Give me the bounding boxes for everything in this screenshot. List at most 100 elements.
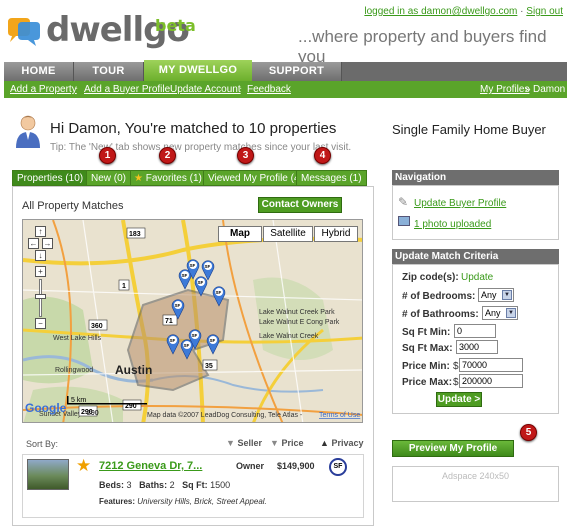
map-type-map-button[interactable]: Map [218, 226, 262, 242]
dwellgo-logo-icon [8, 18, 40, 46]
callout-badge-4: 4 [314, 147, 331, 164]
svg-text:360: 360 [91, 323, 103, 330]
add-buyer-profile-link[interactable]: Add a Buyer Profile [84, 84, 170, 95]
greeting-tip: Tip: The 'New' tab shows new property ma… [50, 142, 352, 153]
nav-tab-support[interactable]: SUPPORT [252, 62, 342, 81]
zoom-out-icon[interactable]: − [35, 318, 46, 329]
road-shield-290-b: 290 [122, 399, 142, 411]
map-pin-label: SF [198, 280, 204, 285]
sqft-min-input[interactable]: 0 [454, 324, 496, 338]
favorite-star-icon[interactable]: ★ [76, 456, 91, 476]
bedrooms-select[interactable]: Any ▼ [478, 288, 514, 302]
price-max-input[interactable]: 200000 [459, 374, 523, 388]
chevron-down-icon: ▼ [502, 290, 512, 300]
svg-text:183: 183 [129, 231, 141, 238]
baths-label: Baths: [139, 480, 168, 490]
sqft-max-input[interactable]: 3000 [456, 340, 498, 354]
subnav-dot: · [162, 83, 166, 94]
map-label-lake-walnut-3: Lake Walnut Creek [259, 333, 319, 340]
map-type-hybrid-button[interactable]: Hybrid [314, 226, 358, 242]
photo-uploaded-link[interactable]: 1 photo uploaded [414, 219, 491, 230]
property-map[interactable]: Lake Walnut Creek Park Lake Walnut E Con… [22, 219, 363, 423]
sqft-value: 1500 [210, 480, 231, 490]
tab-viewed-my-profile[interactable]: Viewed My Profile (4) [203, 170, 308, 186]
callout-badge-3: 3 [237, 147, 254, 164]
price-min-input[interactable]: 70000 [459, 358, 523, 372]
bathrooms-select[interactable]: Any ▼ [482, 306, 518, 320]
pan-left-icon[interactable]: ← [28, 238, 39, 249]
map-label-lake-walnut-2: Lake Walnut E Cong Park [259, 319, 340, 326]
feedback-link[interactable]: Feedback [247, 84, 291, 95]
nav-tab-tour[interactable]: TOUR [74, 62, 144, 81]
beds-label: Beds: [99, 480, 125, 490]
map-pin-label: SF [216, 290, 222, 295]
road-shield-1: 1 [118, 279, 130, 291]
bedrooms-label: # of Bedrooms: [402, 291, 476, 302]
single-family-badge: SF [329, 458, 347, 476]
breadcrumb-current: Damon [533, 84, 566, 95]
logged-in-link[interactable]: logged in as damon@dwellgo.com [364, 6, 517, 17]
user-links-separator: · [520, 6, 524, 17]
adspace-placeholder: Adspace 240x50 [392, 466, 559, 502]
sort-seller-label: Seller [237, 438, 262, 448]
map-pin-label: SF [175, 303, 181, 308]
map-label-rollingwood: Rollingwood [55, 367, 93, 374]
update-account-link[interactable]: Update Account [170, 84, 241, 95]
pan-down-icon[interactable]: ↓ [35, 250, 46, 261]
listing-title-link[interactable]: 7212 Geneva Dr, 7... [99, 460, 202, 472]
breadcrumb-separator: » [525, 84, 531, 95]
chevron-down-icon: ▼ [506, 308, 516, 318]
sqft-min-label: Sq Ft Min: [402, 327, 451, 338]
nav-tab-home[interactable]: HOME [4, 62, 74, 81]
price-min-label: Price Min: [402, 361, 450, 372]
update-buyer-profile-link[interactable]: Update Buyer Profile [414, 198, 506, 209]
tab-new[interactable]: New (0) [86, 170, 132, 186]
sort-seller[interactable]: ▼ Seller [226, 438, 262, 448]
tab-messages[interactable]: Messages (1) [296, 170, 367, 186]
map-label-lake-walnut: Lake Walnut Creek Park [259, 309, 335, 316]
map-pin-label: SF [210, 338, 216, 343]
zip-update-link[interactable]: Update [461, 272, 493, 283]
zoom-in-icon[interactable]: + [35, 266, 46, 277]
brand-beta-label: beta [155, 16, 196, 35]
map-canvas: Lake Walnut Creek Park Lake Walnut E Con… [23, 220, 362, 422]
sort-price-arrow-icon: ▼ [270, 438, 279, 448]
svg-text:1: 1 [122, 283, 126, 290]
tab-properties[interactable]: Properties (10) [12, 170, 89, 186]
price-max-label: Price Max: [402, 377, 453, 388]
sort-privacy-label: Privacy [331, 438, 364, 448]
update-criteria-button[interactable]: Update > [436, 392, 482, 407]
map-attribution: Map data ©2007 LeadDog Consulting, Tele … [147, 411, 303, 419]
map-scale-ft: 290 [87, 410, 99, 417]
pan-up-icon[interactable]: ↑ [35, 226, 46, 237]
user-avatar-icon [16, 115, 40, 148]
callout-badge-2: 2 [159, 147, 176, 164]
zoom-slider-handle[interactable] [35, 294, 46, 299]
bedrooms-select-value: Any [481, 290, 497, 300]
baths-value: 2 [169, 480, 175, 490]
wrench-icon: ✎ [398, 195, 409, 209]
sort-price-label: Price [281, 438, 304, 448]
listing-photo[interactable] [27, 459, 69, 490]
map-type-satellite-button[interactable]: Satellite [263, 226, 313, 242]
pan-right-icon[interactable]: → [42, 238, 53, 249]
tab-favorites[interactable]: ★ Favorites (1) [130, 170, 207, 186]
sort-privacy[interactable]: ▲ Privacy [320, 438, 363, 448]
tab-favorites-label: Favorites (1) [145, 173, 202, 184]
listing-features: Features: University Hills, Brick, Stree… [99, 497, 267, 506]
sort-price[interactable]: ▼ Price [270, 438, 303, 448]
beds-value: 3 [126, 480, 132, 490]
map-pin-label: SF [190, 263, 196, 268]
breadcrumb-my-profiles[interactable]: My Profiles [480, 84, 529, 95]
preview-my-profile-button[interactable]: Preview My Profile [392, 440, 514, 457]
map-terms-link: Terms of Use [319, 412, 360, 419]
map-label-austin: Austin [115, 363, 152, 377]
map-pin-label: SF [170, 338, 176, 343]
sign-out-link[interactable]: Sign out [526, 6, 563, 17]
nav-tab-my-dwellgo[interactable]: MY DWELLGO [144, 60, 252, 81]
bathrooms-label: # of Bathrooms: [402, 309, 479, 320]
add-property-link[interactable]: Add a Property [10, 84, 77, 95]
map-scale-km: 5 km [71, 397, 86, 404]
road-shield-183: 183 [126, 227, 146, 239]
contact-owners-button[interactable]: Contact Owners [258, 197, 342, 213]
